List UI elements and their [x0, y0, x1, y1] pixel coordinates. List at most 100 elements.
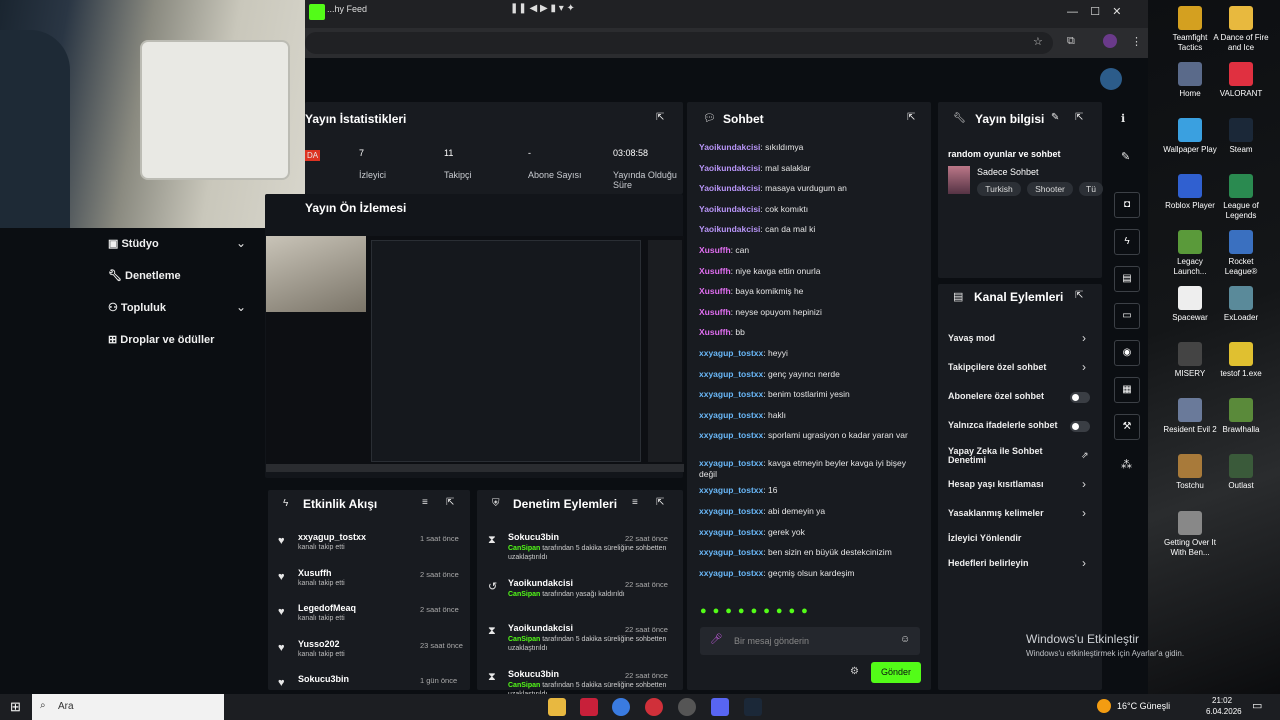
popout-icon[interactable]: ⇱	[1075, 290, 1083, 301]
desktop-shortcut[interactable]: VALORANT	[1213, 62, 1269, 99]
popout-icon[interactable]: ⇱	[446, 497, 454, 508]
channel-action[interactable]: Yalnızca ifadelerle sohbet	[948, 421, 1068, 430]
external-link-icon[interactable]: ⇗	[1081, 450, 1089, 461]
toggle-switch[interactable]	[1070, 421, 1090, 432]
channel-action[interactable]: Yavaş mod	[948, 334, 1068, 343]
desktop-shortcut[interactable]: Outlast	[1213, 454, 1269, 491]
desktop-shortcut[interactable]: testof 1.exe	[1213, 342, 1269, 379]
desktop-shortcut[interactable]: Rocket League®	[1213, 230, 1269, 277]
chat-message: xxyagup_tostxx: gerek yok	[699, 526, 805, 537]
app-icon	[1229, 398, 1253, 422]
chat-input[interactable]: 🎤︎ Bir mesaj gönderin ☺	[700, 627, 920, 655]
desktop-shortcut[interactable]: Home	[1162, 62, 1218, 99]
share-icon[interactable]: ⁂	[1121, 458, 1132, 471]
camera-icon[interactable]: ◘	[1114, 192, 1140, 218]
nav-drops[interactable]: ⊞ Droplar ve ödüller	[108, 333, 214, 346]
edit-icon[interactable]: ✎	[1051, 112, 1059, 123]
chrome-icon[interactable]	[612, 698, 630, 716]
star-icon[interactable]: ☆	[1033, 35, 1043, 48]
wrench-icon[interactable]: ⚒	[1114, 414, 1140, 440]
channel-action[interactable]: Yapay Zeka ile Sohbet Denetimi	[948, 447, 1068, 465]
desktop-shortcut[interactable]: Getting Over It With Ben...	[1162, 511, 1218, 558]
chevron-right-icon[interactable]: ›	[1082, 477, 1086, 491]
desktop-shortcut[interactable]: A Dance of Fire and Ice	[1213, 6, 1269, 53]
popout-icon[interactable]: ⇱	[656, 497, 664, 508]
desktop-shortcut[interactable]: Resident Evil 2	[1162, 398, 1218, 435]
popout-icon[interactable]: ⇱	[1075, 112, 1083, 123]
desktop-shortcut[interactable]: Steam	[1213, 118, 1269, 155]
nav-studio[interactable]: ▣ Stüdyo	[108, 237, 159, 250]
menu-icon[interactable]: ⋮	[1131, 35, 1142, 48]
layout-icon[interactable]: ▦	[1114, 377, 1140, 403]
steam-icon[interactable]	[744, 698, 762, 716]
nav-community[interactable]: ⚇ Topluluk	[108, 301, 166, 314]
nav-moderation[interactable]: 🔧︎ Denetleme	[108, 269, 181, 282]
emote-bar[interactable]: ●●●●●●●●●	[700, 605, 920, 623]
desktop-shortcut[interactable]: ExLoader	[1213, 286, 1269, 323]
tag[interactable]: Tü	[1079, 182, 1103, 196]
gift-icon: ⊞	[108, 334, 121, 346]
channel-action[interactable]: Hedefleri belirleyin	[948, 559, 1068, 568]
edit-icon[interactable]: ✎	[1121, 150, 1130, 163]
tag[interactable]: Shooter	[1027, 182, 1073, 196]
media-controls-icon[interactable]: ❚❚ ◀ ▶ ▮ ▾ ✦	[510, 3, 575, 14]
file-explorer-icon[interactable]	[548, 698, 566, 716]
clock-time: 21:02	[1212, 696, 1233, 705]
desktop-shortcut[interactable]: Spacewar	[1162, 286, 1218, 323]
desktop-shortcut[interactable]: Legacy Launch...	[1162, 230, 1218, 277]
desktop-shortcut[interactable]: Wallpaper Play	[1162, 118, 1218, 155]
tab-title[interactable]: ...hy Feed	[327, 4, 367, 14]
windows-start-icon[interactable]: ⊞	[10, 699, 21, 715]
chat-message: xxyagup_tostxx: abi demeyin ya	[699, 506, 826, 516]
search-box[interactable]: ⌕ Ara	[32, 694, 224, 720]
channel-action[interactable]: Abonelere özel sohbet	[948, 392, 1068, 401]
desktop-shortcut[interactable]: Tostchu	[1162, 454, 1218, 491]
extensions-icon[interactable]: ⧉	[1067, 35, 1075, 48]
stats-title: Yayın İstatistikleri	[305, 112, 407, 126]
toggle-switch[interactable]	[1070, 392, 1090, 403]
bolt-icon[interactable]: ϟ	[1114, 229, 1140, 255]
hourglass-icon: ⧗	[488, 625, 496, 637]
popout-icon[interactable]: ⇱	[656, 112, 664, 123]
info-icon[interactable]: ℹ	[1121, 112, 1125, 125]
filter-icon[interactable]: ≡	[632, 497, 638, 508]
taskbar: ⊞ ⌕ Ara 16°C Güneşli 21:02 6.04.2026 ▭	[0, 694, 1280, 720]
chevron-right-icon[interactable]: ›	[1082, 506, 1086, 520]
moderation-time: 22 saat önce	[625, 670, 668, 680]
window-controls[interactable]: — ☐ ✕	[1067, 5, 1122, 18]
desktop-shortcut[interactable]: Brawlhalla	[1213, 398, 1269, 435]
channel-action[interactable]: Yasaklanmış kelimeler	[948, 509, 1068, 518]
discord-icon[interactable]	[711, 698, 729, 716]
desktop-shortcut[interactable]: Teamfight Tactics	[1162, 6, 1218, 53]
desktop-shortcut[interactable]: Roblox Player	[1162, 174, 1218, 211]
notification-icon[interactable]: ▭	[1252, 699, 1262, 712]
document-icon[interactable]: ▤	[1114, 266, 1140, 292]
obs-icon[interactable]	[678, 698, 696, 716]
desktop-shortcut[interactable]: League of Legends	[1213, 174, 1269, 221]
filter-icon[interactable]: ≡	[422, 497, 428, 508]
user-avatar[interactable]	[1100, 68, 1122, 90]
channel-action[interactable]: Hesap yaşı kısıtlaması	[948, 480, 1068, 489]
broadcast-icon[interactable]: ◉	[1114, 340, 1140, 366]
chevron-down-icon[interactable]: ⌄	[236, 300, 246, 314]
activity-item: Sokucu3bin	[298, 674, 350, 684]
chevron-right-icon[interactable]: ›	[1082, 360, 1086, 374]
app-icon[interactable]	[580, 698, 598, 716]
tag[interactable]: Turkish	[977, 182, 1021, 196]
profile-avatar[interactable]	[1103, 34, 1117, 48]
desktop-shortcut[interactable]: MISERY	[1162, 342, 1218, 379]
channel-action[interactable]: İzleyici Yönlendir	[948, 534, 1068, 543]
stream-preview-video[interactable]	[266, 236, 684, 472]
gear-icon[interactable]: ⚙	[850, 666, 859, 677]
channel-action[interactable]: Takipçilere özel sohbet	[948, 363, 1068, 372]
emoji-icon[interactable]: ☺	[900, 634, 910, 645]
send-button[interactable]: Gönder	[871, 662, 921, 683]
popout-icon[interactable]: ⇱	[907, 112, 915, 123]
chevron-right-icon[interactable]: ›	[1082, 331, 1086, 345]
mic-icon[interactable]: 🎤︎	[710, 634, 723, 645]
chevron-right-icon[interactable]: ›	[1082, 556, 1086, 570]
address-bar[interactable]	[305, 32, 1053, 54]
chat-icon[interactable]: ▭	[1114, 303, 1140, 329]
chevron-down-icon[interactable]: ⌄	[236, 236, 246, 250]
app-icon[interactable]	[645, 698, 663, 716]
